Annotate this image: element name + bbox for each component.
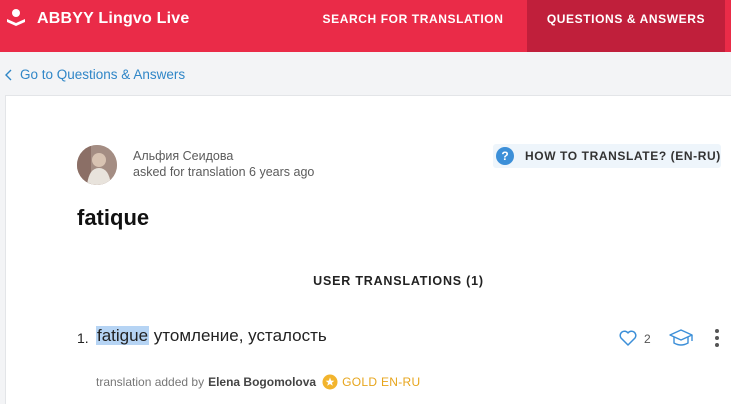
translator-status: GOLD EN-RU	[342, 375, 421, 389]
like-count: 2	[644, 332, 651, 346]
translations-section-title: USER TRANSLATIONS (1)	[313, 274, 484, 288]
translator-name[interactable]: Elena Bogomolova	[208, 375, 316, 389]
translation-text: fatigue утомление, усталость	[96, 326, 327, 346]
heart-icon[interactable]	[618, 328, 638, 348]
star-icon	[322, 374, 338, 390]
author-name[interactable]: Альфия Сеидова	[133, 149, 233, 163]
brand-name[interactable]: ABBYY Lingvo Live	[37, 10, 189, 28]
translation-attribution: translation added by Elena Bogomolova GO…	[96, 374, 420, 390]
nav-questions-answers[interactable]: QUESTIONS & ANSWERS	[527, 0, 725, 52]
badge-label: HOW TO TRANSLATE? (EN-RU)	[525, 149, 721, 163]
chevron-left-icon	[5, 69, 12, 80]
lingvo-logo-icon[interactable]	[6, 8, 26, 28]
added-by-label: translation added by	[96, 375, 205, 389]
graduation-cap-icon[interactable]	[668, 328, 694, 348]
nav-search-for-translation[interactable]: SEARCH FOR TRANSLATION	[307, 0, 519, 52]
question-type-badge[interactable]: ? HOW TO TRANSLATE? (EN-RU)	[493, 144, 721, 168]
asked-timestamp: asked for translation 6 years ago	[133, 165, 315, 179]
translation-meaning: утомление, усталость	[153, 326, 327, 345]
back-to-questions-link[interactable]: Go to Questions & Answers	[4, 67, 185, 82]
back-link-label: Go to Questions & Answers	[20, 67, 186, 82]
avatar[interactable]	[77, 145, 117, 185]
top-bar: ABBYY Lingvo Live SEARCH FOR TRANSLATION…	[0, 0, 731, 52]
translation-word: fatigue	[96, 326, 150, 345]
question-mark-icon: ?	[496, 147, 514, 165]
translation-number: 1.	[77, 330, 89, 346]
avatar-photo	[77, 145, 117, 185]
vertical-dots-icon[interactable]	[713, 328, 721, 348]
question-card	[5, 95, 731, 404]
question-term: fatique	[77, 205, 150, 230]
